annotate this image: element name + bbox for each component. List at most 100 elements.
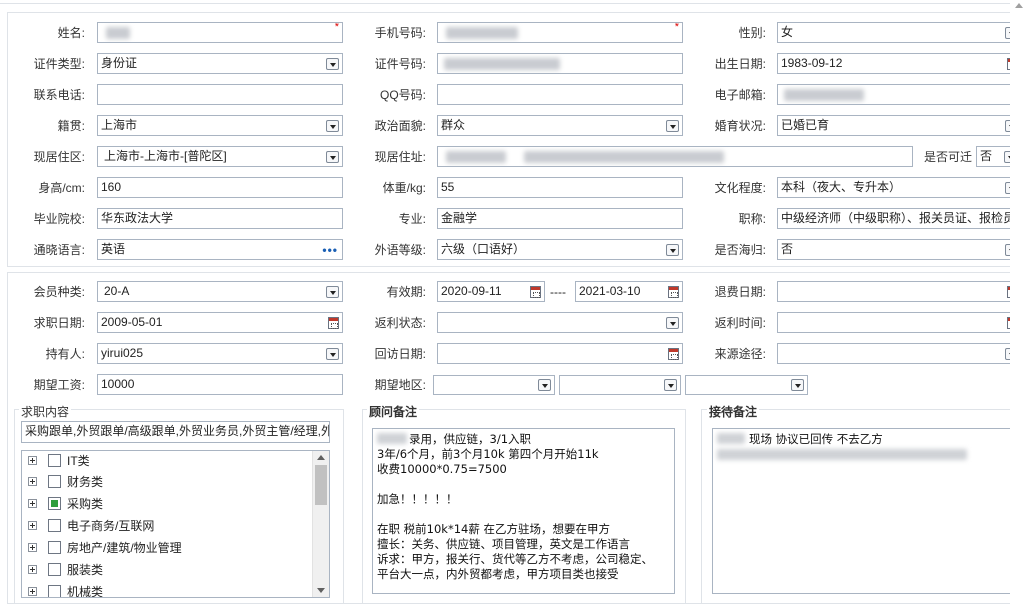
title-value: 中级经济师（中级职称）、报关员证、报检员 [781, 211, 1016, 225]
calendar-icon[interactable] [328, 317, 339, 329]
returnee-select[interactable]: 否 [777, 239, 1022, 260]
name-input[interactable]: * [97, 22, 343, 43]
id-number-input[interactable] [437, 53, 683, 74]
marital-status-select[interactable]: 已婚已育 [777, 115, 1022, 136]
major-input[interactable]: 金融学 [437, 208, 683, 229]
education-select[interactable]: 本科（夜大、专升本） [777, 177, 1022, 198]
major-value: 金融学 [441, 211, 478, 225]
revisit-date-input[interactable] [437, 343, 683, 364]
rebate-time-label: 返利时间: [714, 316, 766, 330]
scroll-down-icon[interactable] [317, 588, 325, 593]
holder-select[interactable]: yirui025 [97, 343, 343, 364]
chevron-down-icon[interactable] [326, 151, 339, 163]
chevron-down-icon[interactable] [538, 379, 551, 391]
tree-item-label: 财务类 [67, 475, 104, 489]
chevron-down-icon[interactable] [326, 58, 339, 70]
tree-item-ecommerce[interactable]: 电子商务/互联网 [26, 517, 306, 537]
id-type-select[interactable]: 身份证 [97, 53, 343, 74]
tree-scrollbar[interactable] [312, 451, 329, 597]
checkbox[interactable] [48, 585, 61, 597]
email-input[interactable] [777, 84, 1022, 105]
native-place-select[interactable]: 上海市 [97, 115, 343, 136]
checkbox[interactable] [48, 541, 61, 554]
tree-item-finance[interactable]: 财务类 [26, 473, 306, 493]
checkbox[interactable] [48, 475, 61, 488]
scroll-up-icon[interactable] [1015, 3, 1023, 8]
required-mark: * [334, 22, 339, 33]
chevron-down-icon[interactable] [666, 244, 679, 256]
chevron-down-icon[interactable] [666, 120, 679, 132]
tree-item-apparel[interactable]: 服装类 [26, 561, 306, 581]
rebate-time-input[interactable] [777, 312, 1022, 333]
expand-icon[interactable] [28, 499, 37, 508]
expand-icon[interactable] [28, 587, 37, 596]
validity-end-input[interactable]: 2021-03-10 [575, 281, 683, 302]
expected-area-district-select[interactable] [685, 375, 808, 395]
expected-salary-value: 10000 [101, 377, 135, 391]
checkbox-checked[interactable] [48, 497, 61, 510]
chevron-down-icon[interactable] [326, 120, 339, 132]
foreign-level-select[interactable]: 六级（口语好） [437, 239, 683, 260]
expected-area-province-select[interactable] [433, 375, 555, 395]
tree-item-purchasing[interactable]: 采购类 [26, 495, 306, 515]
expand-icon[interactable] [28, 456, 37, 465]
page-scrollbar[interactable] [1010, 0, 1027, 604]
chevron-down-icon[interactable] [326, 348, 339, 360]
advisor-notes-textarea[interactable]: 录用，供应链，3/1入职 3年/6个月，前3个月10k 第四个月开始11k 收费… [372, 428, 675, 594]
language-value: 英语 [101, 242, 126, 256]
chevron-down-icon[interactable] [326, 286, 339, 298]
qq-label: QQ号码: [379, 88, 426, 102]
refund-date-input[interactable] [777, 281, 1022, 302]
checkbox[interactable] [48, 454, 61, 467]
calendar-icon[interactable] [530, 286, 541, 298]
returnee-label: 是否海归: [714, 243, 766, 257]
scroll-thumb[interactable] [315, 465, 327, 505]
expand-icon[interactable] [28, 521, 37, 530]
rebate-status-select[interactable] [437, 312, 683, 333]
chevron-down-icon[interactable] [791, 379, 804, 391]
current-area-label: 现居住区: [33, 150, 85, 164]
job-content-summary-input[interactable]: 采购跟单,外贸跟单/高级跟单,外贸业务员,外贸主管/经理,外 [21, 421, 330, 443]
job-seek-date-input[interactable]: 2009-05-01 [97, 312, 343, 333]
tree-item-real-estate[interactable]: 房地产/建筑/物业管理 [26, 539, 306, 559]
political-status-select[interactable]: 群众 [437, 115, 683, 136]
current-address-input[interactable] [437, 146, 913, 167]
school-input[interactable]: 华东政法大学 [97, 208, 343, 229]
redacted-address-part [524, 151, 724, 163]
expected-salary-input[interactable]: 10000 [97, 374, 343, 395]
validity-start-input[interactable]: 2020-09-11 [437, 281, 545, 302]
checkbox[interactable] [48, 563, 61, 576]
qq-input[interactable] [437, 84, 683, 105]
title-input[interactable]: 中级经济师（中级职称）、报关员证、报检员 [777, 208, 1022, 229]
calendar-icon[interactable] [668, 286, 679, 298]
weight-input[interactable]: 55 [437, 177, 683, 198]
reception-notes-textarea[interactable]: 现场 协议已回传 不去乙方 [712, 428, 1014, 594]
scroll-up-icon[interactable] [317, 455, 325, 460]
birth-date-input[interactable]: 1983-09-12 [777, 53, 1022, 74]
note-line: 擅长：关务、供应链、项目管理，英文是工作语言 [377, 537, 630, 551]
checkbox[interactable] [48, 519, 61, 532]
height-input[interactable]: 160 [97, 177, 343, 198]
chevron-down-icon[interactable] [666, 317, 679, 329]
chevron-down-icon[interactable] [664, 379, 677, 391]
rebate-status-label: 返利状态: [374, 316, 426, 330]
education-label: 文化程度: [714, 181, 766, 195]
expand-icon[interactable] [28, 565, 37, 574]
member-type-select[interactable]: 20-A [97, 281, 343, 302]
calendar-icon[interactable] [668, 348, 679, 360]
mobile-input[interactable]: * [437, 22, 683, 43]
source-select[interactable] [777, 343, 1022, 364]
language-input[interactable]: 英语 ••• [97, 239, 343, 260]
more-icon[interactable]: ••• [322, 241, 338, 259]
gender-select[interactable]: 女 [777, 22, 1022, 43]
expand-icon[interactable] [28, 543, 37, 552]
expected-area-city-select[interactable] [559, 375, 681, 395]
id-number-label: 证件号码: [374, 57, 426, 71]
tree-item-machinery[interactable]: 机械类 [26, 583, 306, 597]
phone-input[interactable] [97, 84, 343, 105]
current-area-select[interactable]: 上海市-上海市-[普陀区] [97, 146, 343, 167]
expand-icon[interactable] [28, 477, 37, 486]
school-label: 毕业院校: [33, 212, 85, 226]
tree-item-it[interactable]: IT类 [26, 452, 306, 472]
foreign-level-label: 外语等级: [374, 243, 426, 257]
